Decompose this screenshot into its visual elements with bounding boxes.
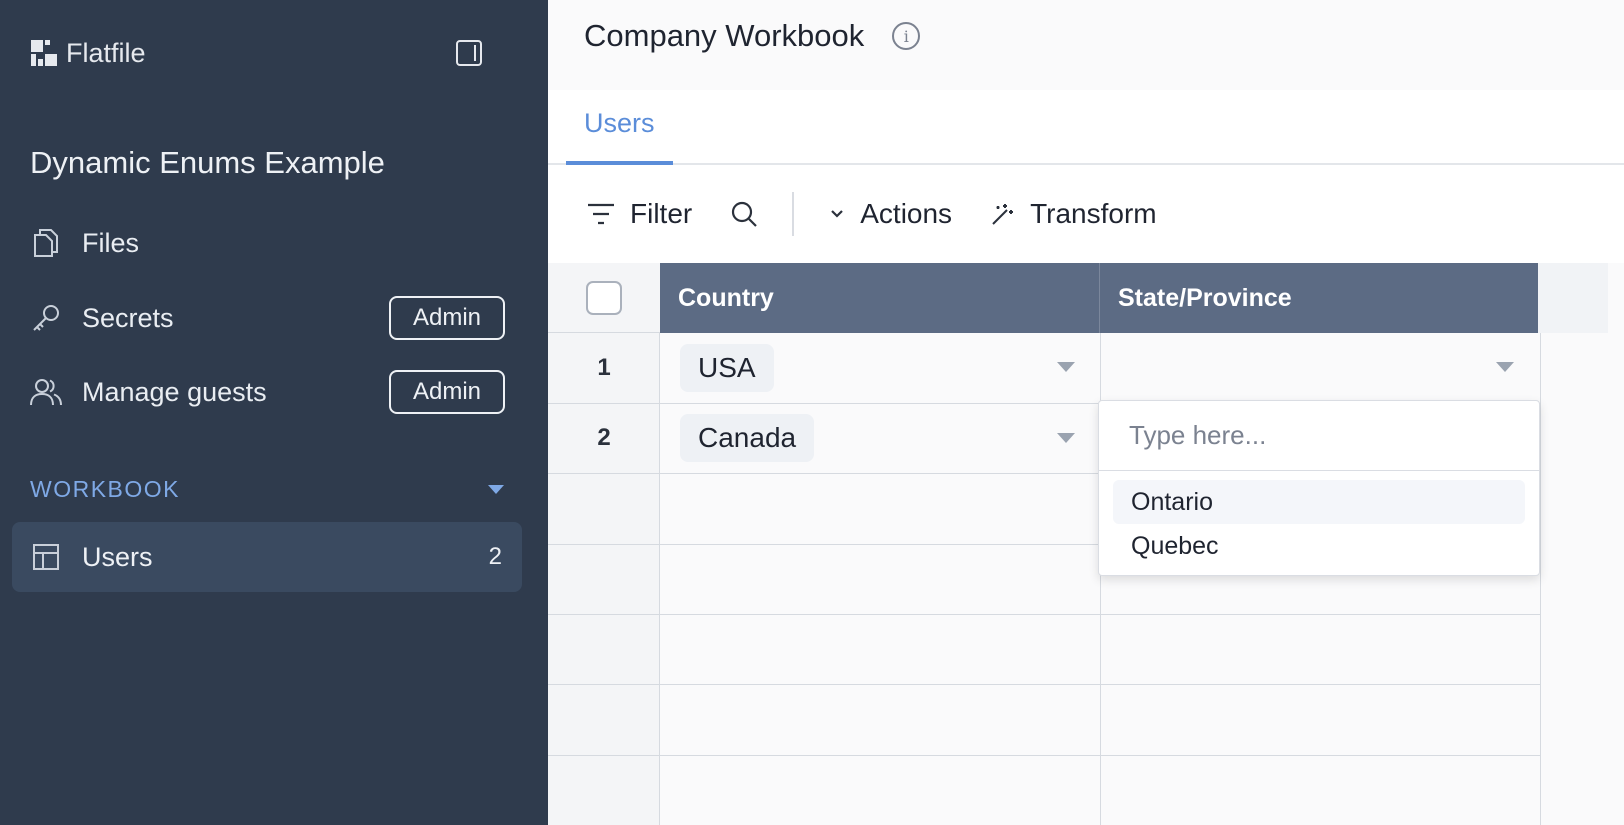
dropdown-caret-icon[interactable] xyxy=(1496,362,1514,372)
filter-label: Filter xyxy=(630,198,693,229)
sheet-label: Users xyxy=(82,541,153,572)
dropdown-option[interactable]: Ontario xyxy=(1113,480,1525,524)
main-content: Company Workbook i Users Filter Actions xyxy=(548,0,1624,825)
cell-state-province[interactable] xyxy=(1100,333,1540,403)
sidebar: Flatfile Dynamic Enums Example Files Sec… xyxy=(0,0,548,825)
tab-users[interactable]: Users xyxy=(566,90,673,165)
record-count: 2 xyxy=(488,543,502,570)
actions-label: Actions xyxy=(860,198,953,229)
sidebar-item-label: Secrets xyxy=(82,302,174,333)
row-divider xyxy=(548,755,1540,756)
column-header-state-province[interactable]: State/Province xyxy=(1100,263,1540,333)
workbook-section-header[interactable]: WORKBOOK xyxy=(30,476,508,503)
chevron-down-icon[interactable] xyxy=(488,485,504,494)
enum-dropdown: Ontario Quebec xyxy=(1098,400,1540,576)
toolbar-divider xyxy=(792,192,795,236)
row-number: 2 xyxy=(597,424,611,451)
enum-chip: USA xyxy=(680,344,774,392)
filter-icon xyxy=(588,203,614,225)
column-divider xyxy=(1540,333,1541,825)
brand-name: Flatfile xyxy=(66,37,146,68)
sidebar-item-files[interactable]: Files xyxy=(30,219,505,267)
sidebar-item-label: Manage guests xyxy=(82,376,267,407)
users-icon xyxy=(30,376,62,408)
column-header-country[interactable]: Country xyxy=(660,263,1100,333)
admin-badge: Admin xyxy=(388,296,505,340)
toolbar: Filter Actions Transform xyxy=(548,165,1624,263)
transform-button[interactable]: Transform xyxy=(990,198,1157,230)
dropdown-search-input[interactable] xyxy=(1099,401,1539,471)
section-label: WORKBOOK xyxy=(30,476,181,502)
row-divider xyxy=(548,614,1540,615)
admin-badge: Admin xyxy=(388,370,505,414)
search-icon xyxy=(732,201,758,227)
actions-button[interactable]: Actions xyxy=(828,198,952,230)
table-icon xyxy=(30,541,62,573)
sidebar-item-manage-guests[interactable]: Manage guests Admin xyxy=(30,368,505,416)
filter-button[interactable]: Filter xyxy=(586,198,692,230)
transform-label: Transform xyxy=(1030,198,1157,229)
flatfile-logo-icon xyxy=(31,40,57,66)
dropdown-caret-icon[interactable] xyxy=(1057,362,1075,372)
brand[interactable]: Flatfile xyxy=(30,36,146,70)
row-divider xyxy=(548,684,1540,685)
chevron-down-icon xyxy=(831,210,844,218)
key-icon xyxy=(30,302,62,334)
dropdown-option[interactable]: Quebec xyxy=(1113,524,1525,568)
sidebar-item-users[interactable]: Users 2 xyxy=(12,522,522,592)
cell-country[interactable]: USA xyxy=(660,333,1100,403)
sidebar-item-label: Files xyxy=(82,227,140,258)
space-title: Dynamic Enums Example xyxy=(30,145,385,180)
sidebar-item-secrets[interactable]: Secrets Admin xyxy=(30,294,505,342)
page-title: Company Workbook xyxy=(584,18,865,53)
cell-country[interactable]: Canada xyxy=(660,403,1100,473)
sidebar-collapse-icon[interactable] xyxy=(456,40,482,66)
select-all-cell xyxy=(548,263,660,333)
magic-wand-icon xyxy=(992,204,1014,225)
select-all-checkbox[interactable] xyxy=(586,280,622,315)
page-title-row: Company Workbook i xyxy=(584,18,921,54)
files-icon xyxy=(30,227,62,259)
row-number: 1 xyxy=(597,354,611,381)
info-icon[interactable]: i xyxy=(892,22,921,50)
enum-chip: Canada xyxy=(680,414,815,462)
column-header-spacer xyxy=(1538,263,1608,333)
search-button[interactable] xyxy=(730,200,758,228)
dropdown-caret-icon[interactable] xyxy=(1057,433,1075,443)
sheet-tabs: Users xyxy=(548,90,1624,165)
